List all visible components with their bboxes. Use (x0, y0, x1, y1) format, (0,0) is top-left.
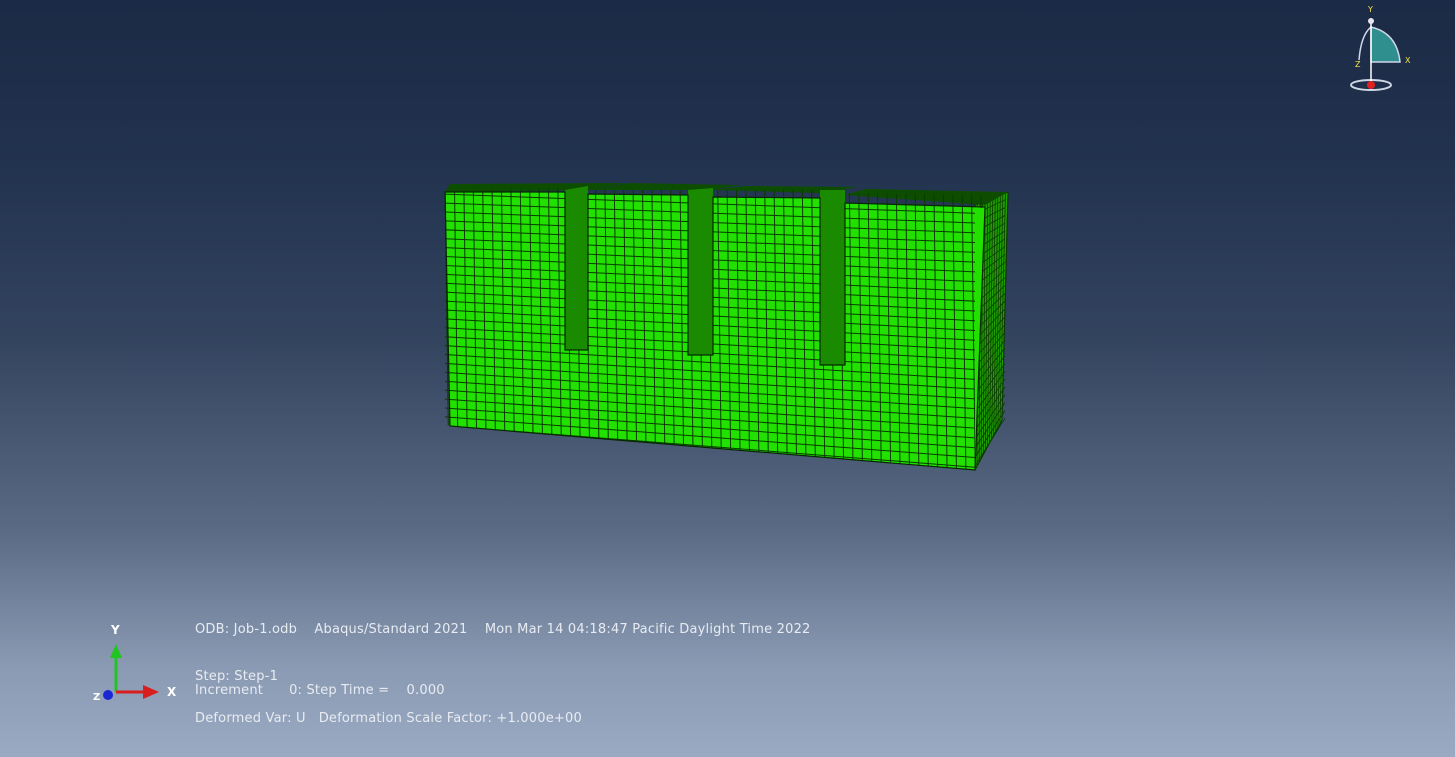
triad-x-arrowhead (143, 685, 159, 699)
triad-z-axis (103, 690, 113, 700)
view-cube-wedge (1370, 26, 1401, 63)
view-cube-center-dot (1367, 81, 1375, 89)
view-cube-y-label: Y (1368, 5, 1373, 14)
graphics-viewport[interactable]: Y X Z Y X Z ODB: Job-1.odb Abaqus/Standa… (0, 0, 1455, 757)
mesh-model (444, 183, 1009, 471)
slot-wall-3 (820, 190, 845, 365)
view-cube-top-knob (1368, 18, 1374, 24)
mesh-top-cap-1 (445, 183, 625, 192)
triad-x-label: X (167, 685, 177, 699)
view-cube[interactable] (1345, 5, 1425, 95)
slot-wall-1 (565, 186, 588, 350)
increment-info-line: Increment 0: Step Time = 0.000 (195, 683, 445, 698)
view-cube-x-label: X (1405, 56, 1411, 65)
mesh-top-cap-4 (845, 189, 1008, 205)
view-cube-arc (1358, 26, 1372, 61)
deformed-var-info-line: Deformed Var: U Deformation Scale Factor… (195, 711, 582, 726)
view-cube-z-label: Z (1355, 60, 1361, 69)
triad-y-label: Y (111, 623, 120, 637)
slot-wall-2 (688, 188, 713, 355)
step-info-line: Step: Step-1 (195, 669, 279, 684)
odb-info-line: ODB: Job-1.odb Abaqus/Standard 2021 Mon … (195, 622, 811, 637)
triad-z-label: Z (93, 692, 101, 703)
coordinate-triad (103, 644, 159, 700)
triad-y-arrowhead (110, 644, 122, 658)
